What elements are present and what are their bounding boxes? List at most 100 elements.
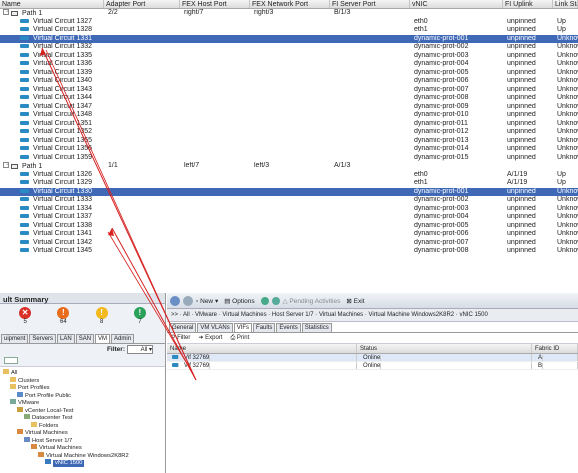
folder-icon	[10, 384, 16, 389]
column-header[interactable]: FEX Network Port	[250, 0, 330, 8]
tree-node[interactable]: Virtual Machines	[0, 429, 165, 437]
column-header[interactable]: Link State	[553, 0, 578, 8]
tab-vm-vlans[interactable]: VM VLANs	[197, 323, 233, 332]
tab-servers[interactable]: Servers	[29, 334, 57, 343]
circuit-name-text: Virtual Circuit 1333	[33, 196, 93, 203]
virtual-circuit-row[interactable]: Virtual Circuit 1330 dynamic-prot-001 unpi…	[0, 187, 578, 197]
tab-vifs[interactable]: VIFs	[233, 323, 253, 332]
virtual-circuit-row[interactable]: Virtual Circuit 1344 dynamic-prot-008 unpi…	[0, 94, 578, 103]
column-header[interactable]: vNIC	[410, 0, 503, 8]
tab-events[interactable]: Events	[276, 323, 301, 332]
forward-icon[interactable]	[183, 295, 193, 306]
virtual-circuit-row[interactable]: Virtual Circuit 1343 dynamic-prot-007 unpi…	[0, 86, 578, 95]
column-header[interactable]: FEX Host Port	[180, 0, 250, 8]
vnic: eth0	[410, 18, 503, 27]
severity-3[interactable]: ! 7	[133, 307, 146, 331]
adapter-port	[104, 52, 180, 61]
virtual-circuit-row[interactable]: Virtual Circuit 1337 dynamic-prot-004 unpi…	[0, 213, 578, 222]
options-button[interactable]: ▤ Options	[224, 297, 254, 305]
tree-node[interactable]: Port Profiles	[0, 384, 165, 392]
back-icon[interactable]	[170, 295, 180, 306]
tree-node[interactable]: Host Server 1/7	[0, 436, 165, 445]
path-row[interactable]: − Path 1 2/2 right/7 right/3 B/1/3	[0, 9, 578, 18]
column-header[interactable]: FI Server Port	[330, 0, 410, 8]
severity-2[interactable]: ! 8	[95, 307, 108, 331]
virtual-circuit-row[interactable]: Virtual Circuit 1342 dynamic-prot-007 unpi…	[0, 239, 578, 248]
virtual-circuit-row[interactable]: Virtual Circuit 1338 dynamic-prot-005 unpi…	[0, 222, 578, 231]
virtual-circuit-row[interactable]: Virtual Circuit 1327 eth0 unpinned Up	[0, 18, 578, 27]
tab-lan[interactable]: LAN	[57, 334, 75, 343]
tree-node[interactable]: Clusters	[0, 376, 165, 385]
tab-admin[interactable]: Admin	[111, 334, 135, 343]
tree-node[interactable]: All	[0, 369, 165, 377]
virtual-circuit-row[interactable]: Virtual Circuit 1345 dynamic-prot-008 unpi…	[0, 247, 578, 256]
tree-node[interactable]: Folders	[0, 421, 165, 430]
virtual-circuit-row[interactable]: Virtual Circuit 1348 dynamic-prot-010 unpi…	[0, 111, 578, 120]
virtual-circuit-row[interactable]: Virtual Circuit 1356 dynamic-prot-014 unpi…	[0, 145, 578, 154]
link-state: Unknown	[553, 120, 578, 129]
vif-column-header[interactable]: Fabric ID	[532, 344, 578, 353]
vif-column-header[interactable]: Name	[167, 344, 357, 353]
column-header[interactable]: Adapter Port	[104, 0, 180, 8]
tree-node[interactable]: Virtual Machine Windows2K8R2	[0, 451, 165, 460]
filter-button[interactable]: ⚲ Filter	[171, 335, 190, 341]
virtual-circuit-row[interactable]: Virtual Circuit 1329 eth1 A/1/19 Up	[0, 179, 578, 188]
virtual-circuit-row[interactable]: Virtual Circuit 1334 dynamic-prot-003 unpi…	[0, 205, 578, 214]
column-header[interactable]: Name	[0, 0, 104, 8]
vnic-name	[330, 111, 410, 120]
adapter-port-text: 1/1	[108, 162, 118, 169]
virtual-circuit-row[interactable]: Virtual Circuit 1331 dynamic-prot-001 unpi…	[0, 34, 578, 43]
collapse-toggle-icon[interactable]: −	[3, 162, 9, 168]
virtual-circuit-row[interactable]: Virtual Circuit 1326 eth0 A/1/19 Up	[0, 171, 578, 180]
virtual-circuit-row[interactable]: Virtual Circuit 1339 dynamic-prot-005 unpi…	[0, 69, 578, 78]
table-row[interactable]: Vif 32769 Online B	[167, 362, 578, 370]
tree-node[interactable]: Port Profile Public	[0, 391, 165, 400]
info-icon[interactable]	[271, 296, 280, 305]
virtual-circuit-row[interactable]: Virtual Circuit 1340 dynamic-prot-006 unpi…	[0, 77, 578, 86]
vif-column-header[interactable]: Status	[357, 344, 532, 353]
vnic: dynamic-prot-002	[410, 43, 503, 52]
collapse-toggle-icon[interactable]: −	[3, 9, 9, 15]
tab-faults[interactable]: Faults	[253, 323, 276, 332]
collapse-all-button[interactable]	[4, 357, 18, 364]
print-button[interactable]: ⎙ Print	[230, 335, 249, 341]
new-button[interactable]: ▫ New ▾	[196, 297, 218, 305]
tree-node[interactable]: vCenter Local-Test	[0, 406, 165, 415]
vnic: dynamic-prot-005	[410, 222, 503, 231]
virtual-circuit-row[interactable]: Virtual Circuit 1347 dynamic-prot-009 unpi…	[0, 103, 578, 112]
severity-1[interactable]: ! 64	[57, 307, 70, 331]
virtual-circuit-row[interactable]: Virtual Circuit 1332 dynamic-prot-002 unpi…	[0, 43, 578, 52]
link-state: Unknown	[553, 188, 578, 197]
virtual-circuit-row[interactable]: Virtual Circuit 1351 dynamic-prot-011 unpi…	[0, 120, 578, 129]
tree-node[interactable]: Virtual Machines	[0, 444, 165, 452]
virtual-circuit-row[interactable]: Virtual Circuit 1352 dynamic-prot-012 unpi…	[0, 128, 578, 137]
tab-vm[interactable]: VM	[95, 334, 111, 343]
path-row[interactable]: − Path 1 1/1 left/7 left/3 A/1/3	[0, 162, 578, 171]
fi-uplink-text: unpinned	[507, 187, 536, 195]
tab-uipment[interactable]: uipment	[1, 334, 29, 343]
virtual-circuit-icon	[20, 248, 29, 252]
virtual-circuit-row[interactable]: Virtual Circuit 1359 dynamic-prot-015 unpi…	[0, 154, 578, 163]
tree-node[interactable]: VMware	[0, 399, 165, 407]
exit-button[interactable]: ⊠ Exit	[346, 297, 364, 305]
column-header[interactable]: FI Uplink	[503, 0, 553, 8]
link-state-text: Unknown	[557, 204, 578, 212]
filter-dropdown[interactable]: All ▾	[127, 345, 153, 354]
virtual-circuit-row[interactable]: Virtual Circuit 1333 dynamic-prot-002 unpi…	[0, 196, 578, 205]
virtual-circuit-row[interactable]: Virtual Circuit 1355 dynamic-prot-013 unpi…	[0, 137, 578, 146]
tab-san[interactable]: SAN	[75, 334, 95, 343]
tree-node[interactable]: vNIC 1500	[0, 459, 165, 467]
virtual-circuit-row[interactable]: Virtual Circuit 1336 dynamic-prot-004 unpi…	[0, 60, 578, 69]
virtual-circuit-row[interactable]: Virtual Circuit 1328 eth1 unpinned Up	[0, 26, 578, 35]
severity-0[interactable]: ✕ 5	[19, 307, 32, 331]
virtual-circuit-row[interactable]: Virtual Circuit 1335 dynamic-prot-003 unpi…	[0, 52, 578, 61]
pending-activities-button[interactable]: △ Pending Activities	[283, 297, 341, 305]
tab-general[interactable]: General	[169, 323, 197, 332]
link-state-text: Unknown	[557, 136, 578, 144]
tab-statistics[interactable]: Statistics	[301, 323, 332, 332]
export-button[interactable]: ➜ Export	[198, 335, 222, 341]
table-row[interactable]: Vif 32769 Online A	[167, 354, 578, 362]
help-icon[interactable]	[260, 296, 269, 305]
virtual-circuit-row[interactable]: Virtual Circuit 1341 dynamic-prot-006 unpi…	[0, 230, 578, 239]
tree-node[interactable]: Datacenter Test	[0, 414, 165, 422]
